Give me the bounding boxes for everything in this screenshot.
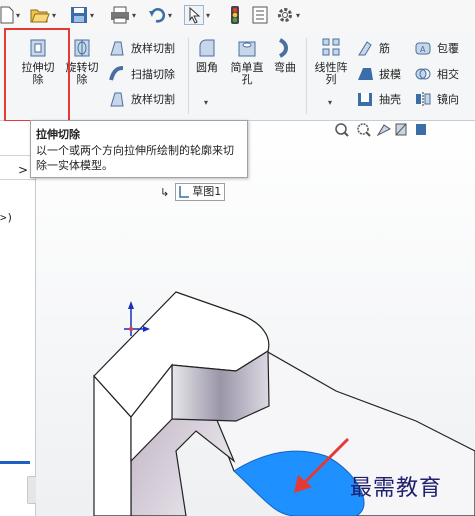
loft-cut-icon [110,92,124,107]
simple-hole-button[interactable]: 简单直 孔 [228,36,266,86]
loft-cut-top-button[interactable]: 放样切割 [108,38,175,58]
tooltip-body: 以一个或两个方向拉伸所绘制的轮廓来切除一实体模型。 [36,144,234,172]
fillet-dropdown[interactable]: ▾ [204,98,208,107]
rib-label: 筋 [379,42,390,55]
watermark-text: 最需教育 [350,476,443,501]
fillet-button[interactable]: 圆角 [188,36,226,74]
intersect-label: 相交 [437,68,459,81]
fillet-icon [199,39,215,57]
revolve-cut-label: 旋转切 除 [65,61,99,86]
panel-scroll-indicator [0,461,30,464]
print-icon [111,6,129,24]
3d-model-view[interactable] [36,121,475,516]
linear-pattern-label: 线性阵 列 [314,61,348,86]
rib-button[interactable]: 筋 [356,38,390,58]
loft-cut-icon [110,41,124,56]
open-file-icon [30,9,50,23]
quick-access-toolbar: ▾ ▾ ▾ ▾ ▾ ▾ ▾ [0,0,475,32]
revolve-cut-icon [74,39,90,57]
linear-pattern-dropdown[interactable]: ▾ [328,98,332,107]
mirror-label: 镜向 [437,93,459,106]
draft-button[interactable]: 拔模 [356,64,401,84]
tree-item-fragment[interactable]: >) [0,211,13,224]
simple-hole-icon [238,41,256,57]
shell-icon [358,93,372,106]
select-pointer-icon [184,5,204,25]
linear-pattern-icon [322,38,340,56]
select-button[interactable]: ▾ [184,4,210,26]
undo-button[interactable]: ▾ [148,4,172,26]
intersect-button[interactable]: 相交 [414,64,459,84]
draft-label: 拔模 [379,68,401,81]
sweep-cut-icon [109,66,124,81]
draft-icon [358,68,373,80]
new-document-icon [0,6,14,24]
file-properties-icon [252,6,268,24]
mirror-icon [416,92,431,106]
shell-label: 抽壳 [379,93,401,106]
save-button[interactable]: ▾ [70,4,94,26]
svg-text:A: A [420,45,426,54]
undo-icon [149,8,166,23]
rib-icon [358,41,372,56]
feature-manager-panel: > >) [0,121,37,516]
linear-pattern-button[interactable]: 线性阵 列 [310,36,352,86]
intersect-icon [415,68,431,80]
ribbon-separator [306,38,307,114]
traffic-light-icon [231,6,239,24]
loft-cut-bottom-label: 放样切割 [131,93,175,106]
expand-arrow-icon[interactable]: > [18,163,28,177]
simple-hole-label: 简单直 孔 [230,61,264,86]
graphics-area[interactable]: ↳ 草图1 [36,121,475,516]
options-gear-icon [278,8,292,22]
file-properties-button[interactable] [252,4,268,26]
rebuild-button[interactable] [230,4,240,26]
loft-cut-top-label: 放样切割 [131,42,175,55]
print-button[interactable]: ▾ [110,4,136,26]
flex-icon [278,38,288,58]
wrap-icon: A [415,42,431,55]
mirror-button[interactable]: 镜向 [414,89,459,109]
loft-cut-bottom-button[interactable]: 放样切割 [108,89,175,109]
save-icon [71,7,87,23]
extrude-cut-tooltip: 拉伸切除 以一个或两个方向拉伸所绘制的轮廓来切除一实体模型。 [30,120,248,178]
flex-label: 弯曲 [274,61,296,74]
tooltip-title: 拉伸切除 [36,128,80,141]
fillet-label: 圆角 [196,61,218,74]
sweep-cut-button[interactable]: 扫描切除 [108,64,175,84]
wrap-button[interactable]: A 包覆 [414,38,459,58]
shell-button[interactable]: 抽壳 [356,89,401,109]
options-button[interactable]: ▾ [276,4,300,26]
flex-button[interactable]: 弯曲 [266,36,304,74]
features-ribbon: 拉伸切 除 旋转切 除 放样切割 扫描切除 放样切割 圆角 ▾ 简单直 孔 弯曲… [0,32,475,121]
extrude-cut-highlight [4,28,70,122]
new-document-button[interactable]: ▾ [0,4,20,26]
sweep-cut-label: 扫描切除 [131,68,175,81]
wrap-label: 包覆 [437,42,459,55]
open-file-button[interactable]: ▾ [30,4,56,26]
